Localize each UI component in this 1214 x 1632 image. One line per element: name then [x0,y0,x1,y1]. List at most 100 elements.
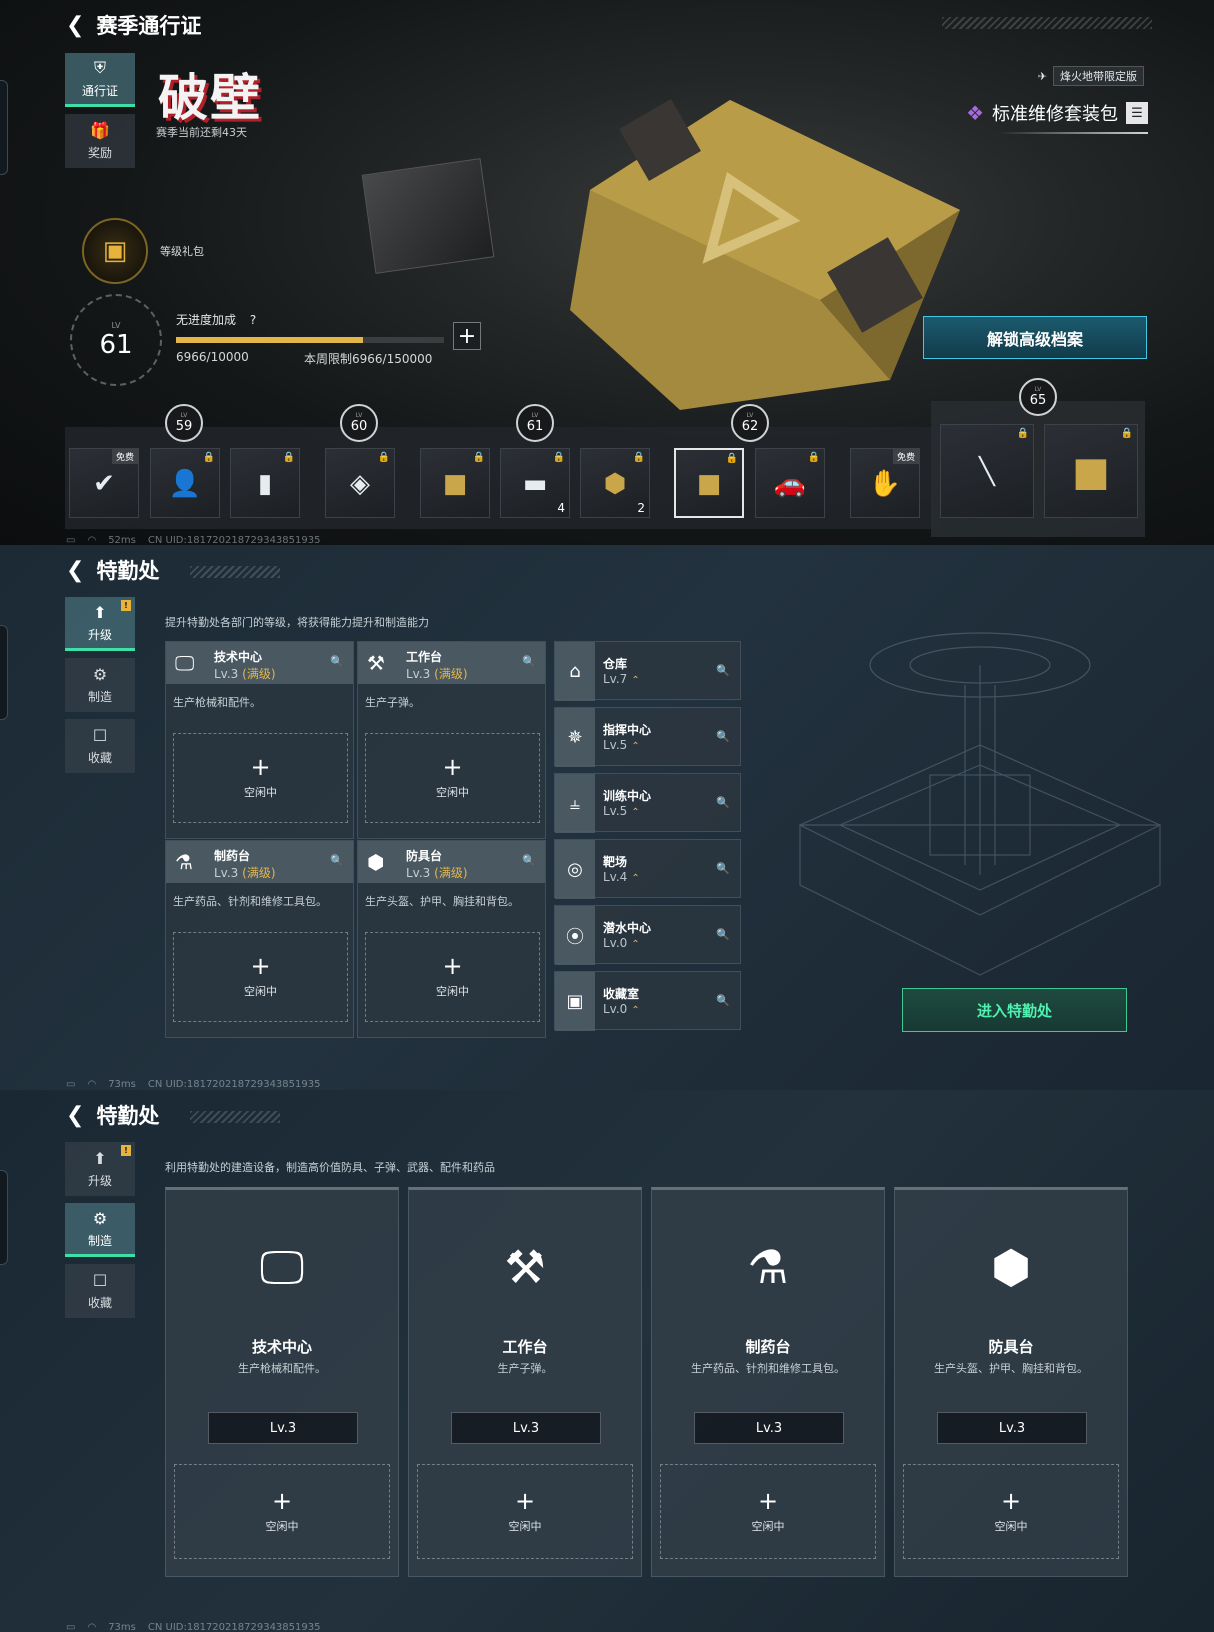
facility-row-command[interactable]: ✵ 指挥中心 Lv.5 ⌃ 🔍 [554,707,741,767]
level-marker-number: 59 [175,419,193,434]
magnifier-icon[interactable]: 🔍 [522,655,536,668]
facility-card-tech[interactable]: 🖵 技术中心 Lv.3 (满级) 🔍 生产枪械和配件。 + 空闲中 [165,641,354,839]
facility-card-pharmacy[interactable]: ⚗ 制药台 Lv.3 (满级) 🔍 生产药品、针剂和维修工具包。 + 空闲中 [165,840,354,1038]
card-level: Lv.3 [694,1412,844,1444]
plus-icon: + [250,952,271,980]
reward-item[interactable]: 🔒 ◈ [325,448,395,518]
facility-row-diving[interactable]: ⦿ 潜水中心 Lv.0 ⌃ 🔍 [554,905,741,965]
reward-item[interactable]: 🔒 ▮ [230,448,300,518]
reward-item[interactable]: 免费 ✔ [69,448,139,518]
magnifier-icon[interactable]: 🔍 [716,862,730,875]
nav-upgrade[interactable]: ! ⬆ 升级 [65,597,135,651]
facility-row-warehouse[interactable]: ⌂ 仓库 Lv.7 ⌃ 🔍 [554,641,741,701]
facility-row-training[interactable]: ⫨ 训练中心 Lv.5 ⌃ 🔍 [554,773,741,833]
reward-item-selected[interactable]: 🔒 ■ [674,448,744,518]
nav-collection[interactable]: ☐ 收藏 [65,719,135,773]
magnifier-icon[interactable]: 🔍 [330,854,344,867]
upgrade-icon: ⬆ [93,602,107,622]
card-level: Lv.3 (满级) [214,665,276,682]
nav-upgrade[interactable]: ! ⬆ 升级 [65,1142,135,1196]
wifi-icon: ◠ [87,1622,97,1632]
crate-image [570,99,960,410]
unlock-premium-button[interactable]: 解锁高级档案 [923,316,1147,359]
side-drawer-tab[interactable] [0,625,8,720]
reward-item[interactable]: 🔒 ■ [420,448,490,518]
hammer-wrench-icon: ⚒ [367,651,385,675]
back-arrow-icon[interactable]: ❮ [66,1103,84,1128]
card-level-value: Lv.3 [214,667,239,681]
production-slot[interactable]: + 空闲中 [174,1464,390,1559]
alert-badge: ! [121,600,131,611]
buy-level-button[interactable]: + [453,322,481,350]
plus-icon: + [250,753,271,781]
cubes-icon: ⬢ [367,850,385,874]
production-slot[interactable]: + 空闲中 [365,733,540,823]
nav-craft[interactable]: ⚙ 制造 [65,658,135,712]
list-icon[interactable]: ☰ [1126,102,1148,124]
production-slot[interactable]: + 空闲中 [417,1464,633,1559]
level-gift-button[interactable]: ▣ [82,218,148,284]
back-arrow-icon[interactable]: ❮ [66,558,84,583]
computer-icon: 🖵 [259,1240,305,1294]
facility-row-collection[interactable]: ▣ 收藏室 Lv.0 ⌃ 🔍 [554,971,741,1031]
row-level-value: Lv.0 [603,1002,628,1016]
section-description: 利用特勤处的建造设备，制造高价值防具、子弹、武器、配件和药品 [165,1161,495,1174]
craft-card-tech[interactable]: 🖵 技术中心 生产枪械和配件。 Lv.3 + 空闲中 [165,1187,399,1577]
card-title: 制药台 [214,849,251,863]
card-header: ⬢ 防具台 Lv.3 (满级) 🔍 [358,841,545,883]
facility-card-armor[interactable]: ⬢ 防具台 Lv.3 (满级) 🔍 生产头盔、护甲、胸挂和背包。 + 空闲中 [357,840,546,1038]
nav-rewards[interactable]: 🎁 奖励 [65,114,135,168]
featured-reward-crate[interactable]: 🔒 ■ [1044,424,1138,518]
production-slot[interactable]: + 空闲中 [365,932,540,1022]
production-slot[interactable]: + 空闲中 [660,1464,876,1559]
slot-status: 空闲中 [244,786,277,799]
chest-icon: ▣ [102,236,128,266]
nav-pass-label: 通行证 [81,84,118,98]
back-arrow-icon[interactable]: ❮ [66,13,84,38]
reward-item[interactable]: 🔒 👤 [150,448,220,518]
craft-card-workbench[interactable]: ⚒ 工作台 生产子弹。 Lv.3 + 空闲中 [408,1187,642,1577]
card-description: 生产子弹。 [365,696,420,709]
armor-icon: ▮ [257,469,273,499]
side-drawer-tab[interactable] [0,1170,8,1265]
vehicle-icon: 🚗 [773,469,807,499]
reward-item[interactable]: 🔒 🚗 [755,448,825,518]
row-level-value: Lv.7 [603,672,628,686]
magnifier-icon[interactable]: 🔍 [716,928,730,941]
reward-item[interactable]: 🔒 ⬢ 2 [580,448,650,518]
nav-collection[interactable]: ☐ 收藏 [65,1264,135,1318]
production-slot[interactable]: + 空闲中 [173,733,348,823]
facility-card-workbench[interactable]: ⚒ 工作台 Lv.3 (满级) 🔍 生产子弹。 + 空闲中 [357,641,546,839]
nav-collection-label: 收藏 [87,1296,112,1310]
magnifier-icon[interactable]: 🔍 [716,994,730,1007]
facility-row-range[interactable]: ◎ 靶场 Lv.4 ⌃ 🔍 [554,839,741,899]
crate-icon: ■ [1072,449,1110,495]
wifi-icon: ◠ [87,1079,97,1090]
card-description: 生产药品、针剂和维修工具包。 [173,895,327,908]
package-name: 标准维修套装包 [992,104,1118,125]
craft-card-pharmacy[interactable]: ⚗ 制药台 生产药品、针剂和维修工具包。 Lv.3 + 空闲中 [651,1187,885,1577]
help-icon[interactable]: ? [250,313,256,327]
upgrade-arrow-icon: ⌃ [631,873,640,884]
plus-icon: + [271,1486,293,1515]
reward-item[interactable]: 免费 ✋ [850,448,920,518]
production-slot[interactable]: + 空闲中 [173,932,348,1022]
upgrade-arrow-icon: ⌃ [631,939,640,950]
magnifier-icon[interactable]: 🔍 [716,796,730,809]
featured-reward-rifle[interactable]: 🔒 ╲ [940,424,1034,518]
level-badge: LV 61 [70,294,162,386]
nav-craft[interactable]: ⚙ 制造 [65,1203,135,1257]
nav-pass[interactable]: ⛨ 通行证 [65,53,135,107]
side-drawer-tab[interactable] [0,80,8,175]
rifle-icon: ╲ [979,457,995,487]
magnifier-icon[interactable]: 🔍 [522,854,536,867]
magnifier-icon[interactable]: 🔍 [716,664,730,677]
magnifier-icon[interactable]: 🔍 [330,655,344,668]
craft-card-armor[interactable]: ⬢ 防具台 生产头盔、护甲、胸挂和背包。 Lv.3 + 空闲中 [894,1187,1128,1577]
ping: 73ms [108,1079,136,1090]
reward-item[interactable]: 🔒 ▬ 4 [500,448,570,518]
upgrade-arrow-icon: ⌃ [631,675,640,686]
production-slot[interactable]: + 空闲中 [903,1464,1119,1559]
enter-special-ops-button[interactable]: 进入特勤处 [902,988,1127,1032]
magnifier-icon[interactable]: 🔍 [716,730,730,743]
